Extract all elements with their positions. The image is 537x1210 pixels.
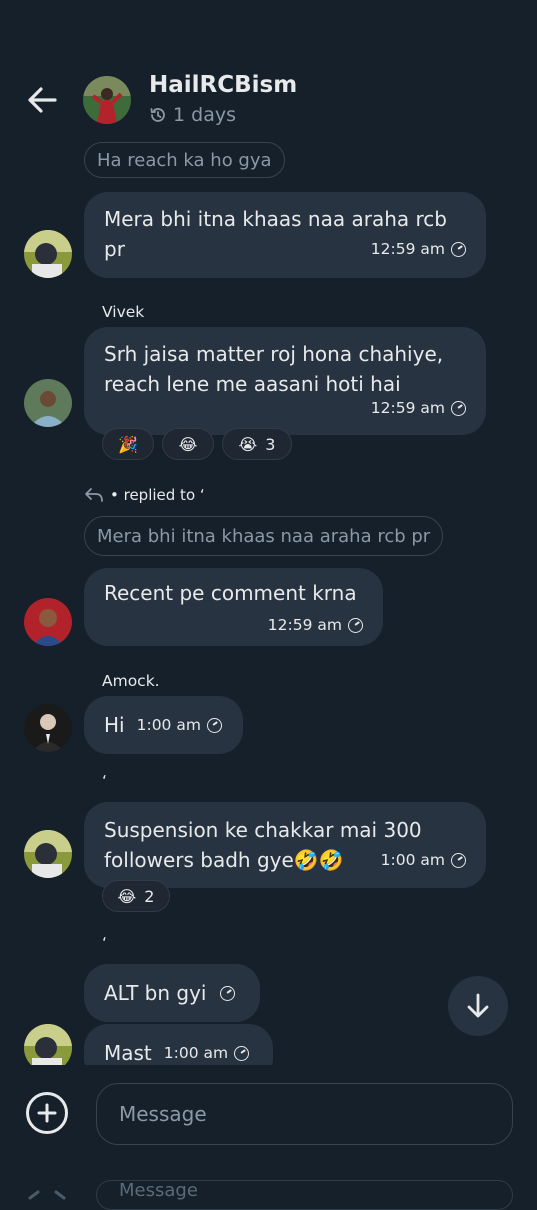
message-text: Mera bhi itna khaas naa araha rcb xyxy=(104,207,447,231)
message-text: Recent pe comment krna xyxy=(104,581,357,605)
back-button[interactable] xyxy=(22,80,62,120)
time-label: 1:00 am xyxy=(136,716,201,734)
sender-name[interactable]: Vivek xyxy=(102,303,144,321)
reply-icon xyxy=(85,488,103,502)
reaction-count: 3 xyxy=(265,434,276,454)
time-label: 12:59 am xyxy=(267,616,342,634)
group-title[interactable]: HailRCBism xyxy=(149,72,297,98)
message-bubble[interactable]: ALT bn gyi xyxy=(84,964,260,1022)
message-input[interactable]: Message xyxy=(96,1083,513,1145)
reply-indicator: • replied to ‘ xyxy=(84,486,205,504)
quoted-text: Mera bhi itna khaas naa araha rcb pr xyxy=(97,525,431,547)
reaction-emoji: 😭 xyxy=(238,434,258,454)
sender-name[interactable]: ‘ xyxy=(102,934,107,952)
time-label: 12:59 am xyxy=(370,399,445,417)
message-bubble[interactable]: Suspension ke chakkar mai 300 followers … xyxy=(84,802,486,888)
disappearing-messages-indicator[interactable]: 1 days xyxy=(149,104,236,126)
timer-icon xyxy=(150,108,165,122)
reaction-chip[interactable]: 😭 3 xyxy=(222,428,292,460)
message-bubble[interactable]: Mera bhi itna khaas naa araha rcb pr 12:… xyxy=(84,192,486,278)
message-time: 12:59 am xyxy=(371,393,466,423)
clock-icon xyxy=(451,241,466,257)
ghost-placeholder: Message xyxy=(119,1180,198,1201)
message-bubble[interactable]: Hi 1:00 am xyxy=(84,696,243,754)
quoted-message-pill[interactable]: Mera bhi itna khaas naa araha rcb pr xyxy=(84,516,444,556)
clock-icon xyxy=(451,852,466,868)
reaction-chip[interactable]: 🎉 xyxy=(102,428,154,460)
reaction-emoji: 🎉 xyxy=(118,434,138,454)
arrow-down-icon xyxy=(467,993,489,1018)
sender-name[interactable]: Amock. xyxy=(102,672,160,690)
clock-icon xyxy=(206,717,222,733)
message-time: 1:00 am xyxy=(381,845,466,875)
reaction-count: 2 xyxy=(144,886,155,906)
avatar[interactable] xyxy=(24,379,72,427)
message-bubble[interactable]: Srh jaisa matter roj hona chahiye, reach… xyxy=(84,327,486,435)
message-text: Mast xyxy=(104,1041,152,1065)
message-time: 1:00 am xyxy=(163,1038,250,1068)
message-text: ALT bn gyi xyxy=(104,981,207,1005)
reaction-emoji: 😂 xyxy=(178,434,198,454)
ghost-message-input: Message xyxy=(96,1180,513,1210)
ghost-icon xyxy=(26,1188,68,1208)
message-time: 12:59 am xyxy=(268,610,363,640)
timer-label: 1 days xyxy=(173,104,236,126)
reaction-chip[interactable]: 😂 xyxy=(162,428,214,460)
message-text: pr xyxy=(104,237,125,261)
reaction-chip[interactable]: 😂 2 xyxy=(102,880,170,912)
message-text: Srh jaisa matter roj hona chahiye, xyxy=(104,342,444,366)
clock-icon xyxy=(451,400,466,416)
clock-icon xyxy=(348,617,363,633)
message-text: Hi xyxy=(104,713,125,737)
message-text: Suspension ke chakkar mai 300 xyxy=(104,818,422,842)
replied-to-label: • replied to ‘ xyxy=(110,486,205,504)
quoted-message-pill[interactable]: Ha reach ka ho gya xyxy=(84,142,285,178)
time-label: 1:00 am xyxy=(380,851,445,869)
plus-icon xyxy=(37,1103,57,1123)
time-label: 1:00 am xyxy=(163,1044,229,1062)
message-time: 1:00 am xyxy=(137,710,222,740)
avatar[interactable] xyxy=(24,598,72,646)
avatar[interactable] xyxy=(24,830,72,878)
avatar[interactable] xyxy=(24,230,72,278)
sender-name[interactable]: ‘ xyxy=(102,772,107,790)
avatar[interactable] xyxy=(24,704,72,752)
reaction-emoji: 😂 xyxy=(117,886,137,906)
message-placeholder: Message xyxy=(119,1102,207,1126)
time-label: 12:59 am xyxy=(370,240,445,258)
message-text: followers badh gye🤣🤣 xyxy=(104,848,344,872)
clock-icon xyxy=(234,1045,250,1061)
scroll-to-bottom-button[interactable] xyxy=(448,976,508,1036)
message-time: 12:59 am xyxy=(371,234,466,264)
clock-icon xyxy=(220,985,236,1001)
group-avatar[interactable] xyxy=(83,76,131,124)
add-attachment-button[interactable] xyxy=(26,1092,68,1134)
message-bubble[interactable]: Recent pe comment krna 12:59 am xyxy=(84,568,383,646)
quoted-text: Ha reach ka ho gya xyxy=(97,149,272,171)
back-arrow-icon xyxy=(28,87,57,113)
